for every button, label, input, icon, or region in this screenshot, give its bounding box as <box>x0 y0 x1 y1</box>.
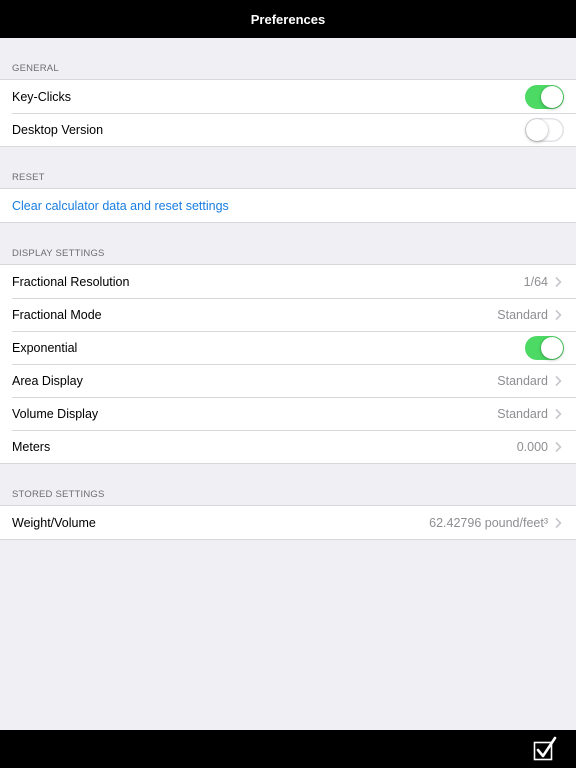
row-label: Weight/Volume <box>12 515 96 530</box>
chevron-right-icon <box>555 441 562 452</box>
page-title: Preferences <box>250 11 326 27</box>
row-area-display[interactable]: Area Display Standard <box>0 364 576 397</box>
checkbox-checked-icon[interactable] <box>532 736 558 762</box>
group-stored: Weight/Volume 62.42796 pound/feet³ <box>0 505 576 540</box>
bottom-toolbar <box>0 730 576 768</box>
section-header-reset: RESET <box>12 172 45 183</box>
toggle-knob <box>541 336 563 359</box>
section-header-stored: STORED SETTINGS <box>12 489 105 500</box>
chevron-right-icon <box>555 375 562 386</box>
row-label: Fractional Mode <box>12 307 102 322</box>
group-general: Key-Clicks Desktop Version <box>0 79 576 147</box>
chevron-right-icon <box>555 408 562 419</box>
row-volume-display[interactable]: Volume Display Standard <box>0 397 576 430</box>
group-reset: Clear calculator data and reset settings <box>0 188 576 223</box>
group-display: Fractional Resolution 1/64 Fractional Mo… <box>0 264 576 464</box>
clear-data-reset-link[interactable]: Clear calculator data and reset settings <box>12 199 564 213</box>
row-label: Desktop Version <box>12 122 104 137</box>
section-header-display: DISPLAY SETTINGS <box>12 248 105 259</box>
row-fractional-mode[interactable]: Fractional Mode Standard <box>0 298 576 331</box>
row-weight-volume[interactable]: Weight/Volume 62.42796 pound/feet³ <box>0 506 576 539</box>
row-value: Standard <box>497 307 548 322</box>
row-value: 62.42796 pound/feet³ <box>429 515 548 530</box>
toggle-knob <box>541 85 563 108</box>
toggle-knob <box>526 118 548 141</box>
row-label: Exponential <box>12 340 78 355</box>
chevron-right-icon <box>555 309 562 320</box>
row-meters[interactable]: Meters 0.000 <box>0 430 576 463</box>
section-header-general: GENERAL <box>12 63 59 74</box>
row-fractional-resolution[interactable]: Fractional Resolution 1/64 <box>0 265 576 298</box>
row-label: Meters <box>12 439 51 454</box>
desktop-version-toggle[interactable] <box>525 117 564 142</box>
row-value: 1/64 <box>523 274 548 289</box>
row-value: 0.000 <box>516 439 548 454</box>
key-clicks-toggle[interactable] <box>525 84 564 109</box>
row-desktop-version: Desktop Version <box>0 113 576 146</box>
row-clear-data[interactable]: Clear calculator data and reset settings <box>0 189 576 222</box>
row-label: Area Display <box>12 373 83 388</box>
row-label: Key-Clicks <box>12 89 72 104</box>
row-label: Volume Display <box>12 406 99 421</box>
chevron-right-icon <box>555 517 562 528</box>
row-value: Standard <box>497 406 548 421</box>
row-label: Fractional Resolution <box>12 274 130 289</box>
chevron-right-icon <box>555 276 562 287</box>
exponential-toggle[interactable] <box>525 335 564 360</box>
navigation-bar: Preferences <box>0 0 576 38</box>
row-key-clicks: Key-Clicks <box>0 80 576 113</box>
row-value: Standard <box>497 373 548 388</box>
preferences-list[interactable]: GENERAL Key-Clicks Desktop Version RESET… <box>0 38 576 730</box>
row-exponential: Exponential <box>0 331 576 364</box>
